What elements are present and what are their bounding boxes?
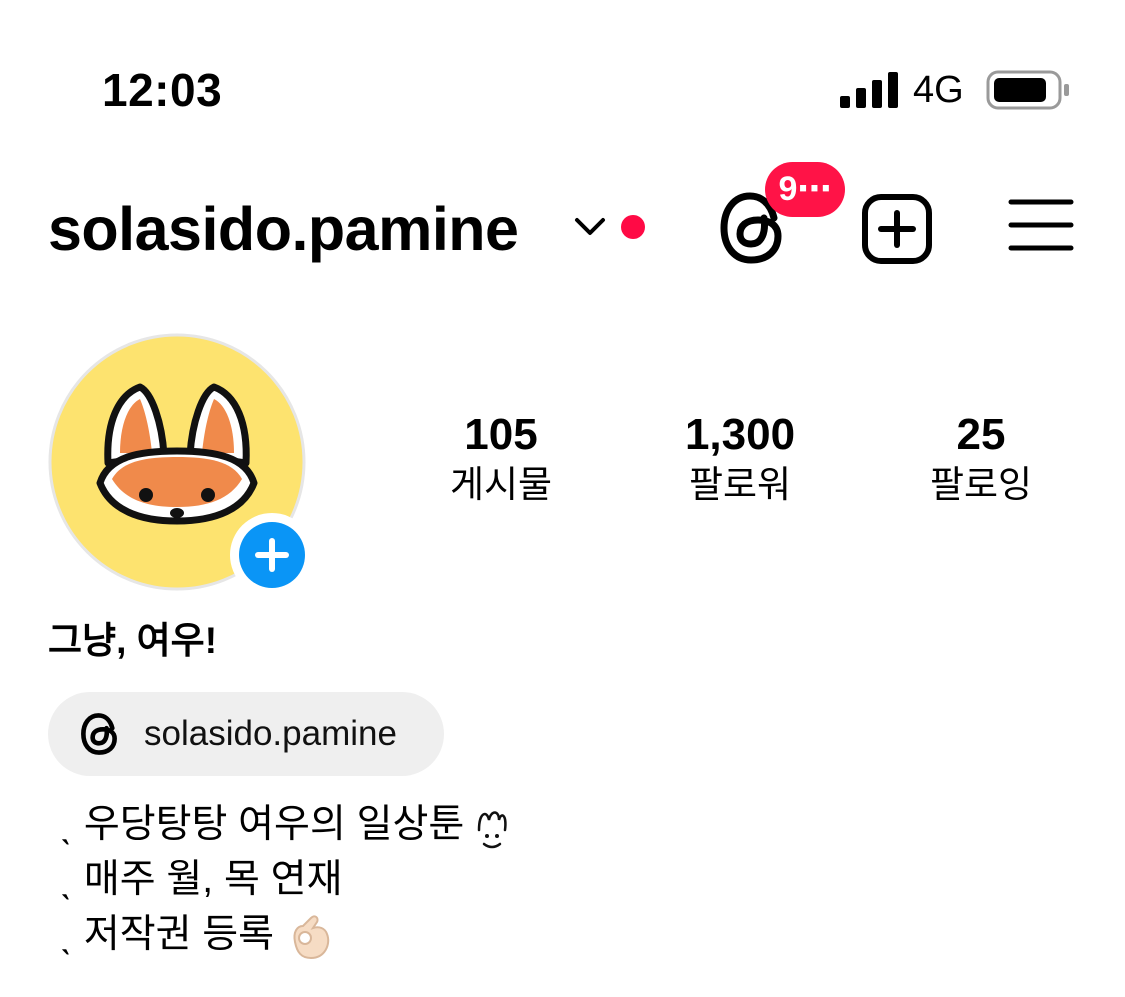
battery-icon [986,70,1069,110]
status-time: 12:03 [102,64,223,116]
threads-handle: solasido.pamine [144,714,397,753]
signal-icon [840,72,898,108]
bio-line: ˎ 매주 월, 목 연재 [60,855,342,905]
stat-followers-count: 1,300 [684,410,796,459]
display-name: 그냥, 여우! [48,620,218,661]
threads-profile-link[interactable]: solasido.pamine [48,692,444,776]
stat-following-count: 25 [956,410,1006,459]
bio-line: ˎ 저작권 등록 [60,910,335,962]
stat-posts-count: 105 [464,410,538,459]
stat-posts[interactable]: 105 게시물 [401,408,601,508]
network-type: 4G [913,69,964,111]
bio-line: ˎ 우당탕탕 여우의 일상툰 [60,800,509,850]
add-story-button[interactable] [230,513,314,597]
threads-notification-badge: 9⋯ [765,162,845,217]
plus-icon [239,522,305,588]
ok-hand-emoji-icon [293,915,330,959]
menu-icon[interactable] [1008,196,1074,254]
stat-following-label: 팔로잉 [929,464,1033,505]
stat-posts-label: 게시물 [449,464,553,505]
add-square-icon[interactable] [861,193,933,265]
stat-following[interactable]: 25 팔로잉 [881,408,1081,508]
threads-icon [81,713,117,755]
bio-line-text: ˎ 매주 월, 목 연재 [60,858,343,901]
chevron-down-icon[interactable] [573,212,607,240]
stat-followers-label: 팔로워 [688,464,792,505]
profile-username[interactable]: solasido.pamine [48,192,519,266]
stat-followers[interactable]: 1,300 팔로워 [640,408,840,508]
doodle-emoji-icon [477,810,507,848]
bio-line-text: ˎ 우당탕탕 여우의 일상툰 [60,803,465,846]
notification-dot [621,215,645,239]
bio-line-text: ˎ 저작권 등록 [60,913,275,956]
